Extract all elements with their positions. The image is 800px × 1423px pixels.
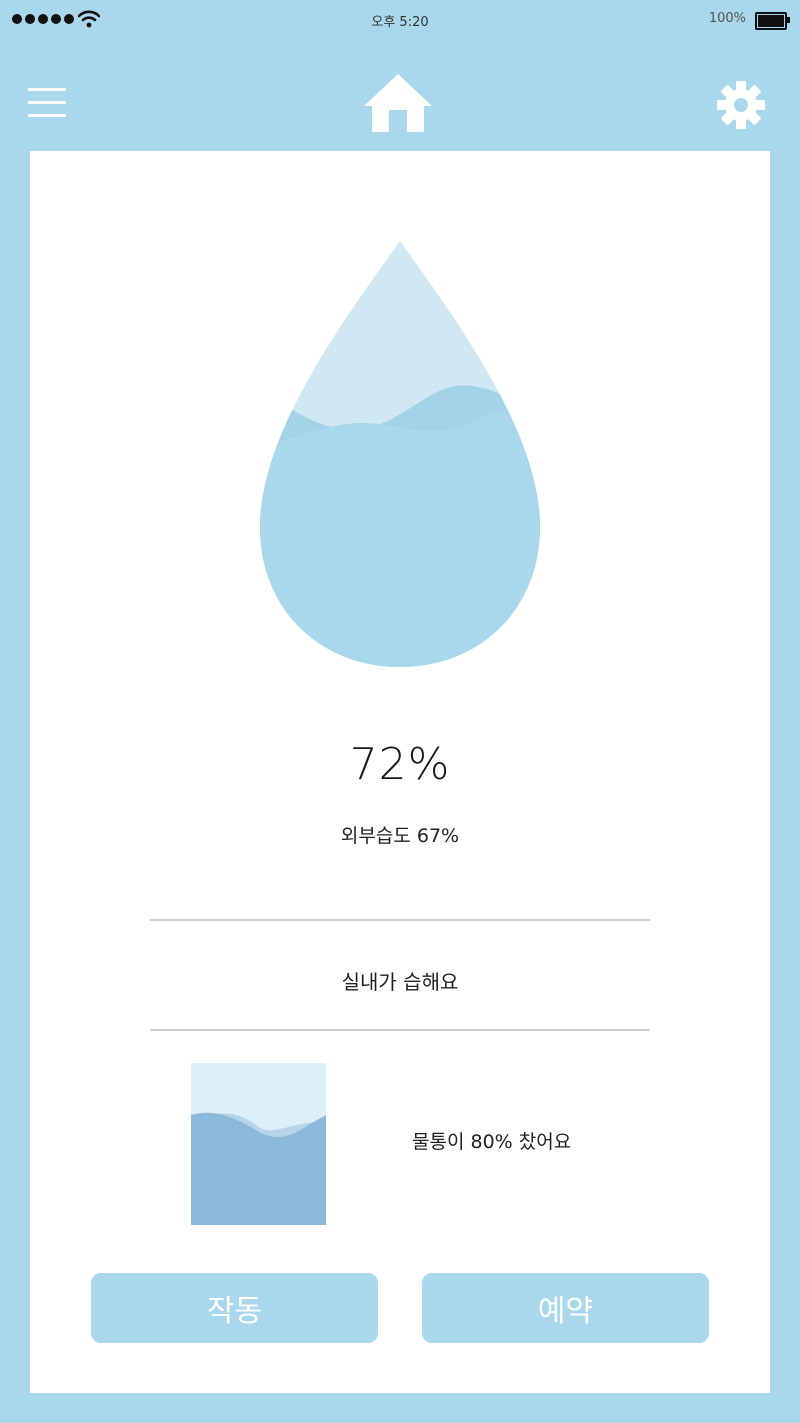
schedule-button[interactable]: 예약 — [422, 1273, 709, 1343]
water-tank-message: 물통이 80% 찼어요 — [412, 1131, 572, 1153]
status-bar: 오후 5:20 100% — [0, 0, 800, 40]
app-screen: 오후 5:20 100% 72% 외부습도 67% 실내가 습해요 물통이 80… — [0, 0, 800, 1423]
humidity-status-message: 실내가 습해요 — [341, 970, 459, 994]
battery-icon — [755, 12, 790, 30]
battery-percent: 100% — [708, 11, 746, 26]
outdoor-humidity-label: 외부습도 67% — [340, 825, 460, 847]
main-card: 72% 외부습도 67% 실내가 습해요 물통이 80% 찼어요 작동 예약 — [30, 151, 770, 1393]
gear-icon[interactable] — [716, 80, 766, 130]
menu-icon[interactable] — [28, 88, 66, 118]
run-button[interactable]: 작동 — [91, 1273, 378, 1343]
divider — [150, 919, 650, 921]
water-tank-icon — [191, 1063, 326, 1225]
status-time: 오후 5:20 — [371, 15, 429, 30]
divider — [150, 1029, 650, 1031]
indoor-humidity-value: 72% — [349, 739, 451, 790]
home-icon[interactable] — [362, 72, 434, 134]
water-drop-icon — [260, 241, 540, 667]
